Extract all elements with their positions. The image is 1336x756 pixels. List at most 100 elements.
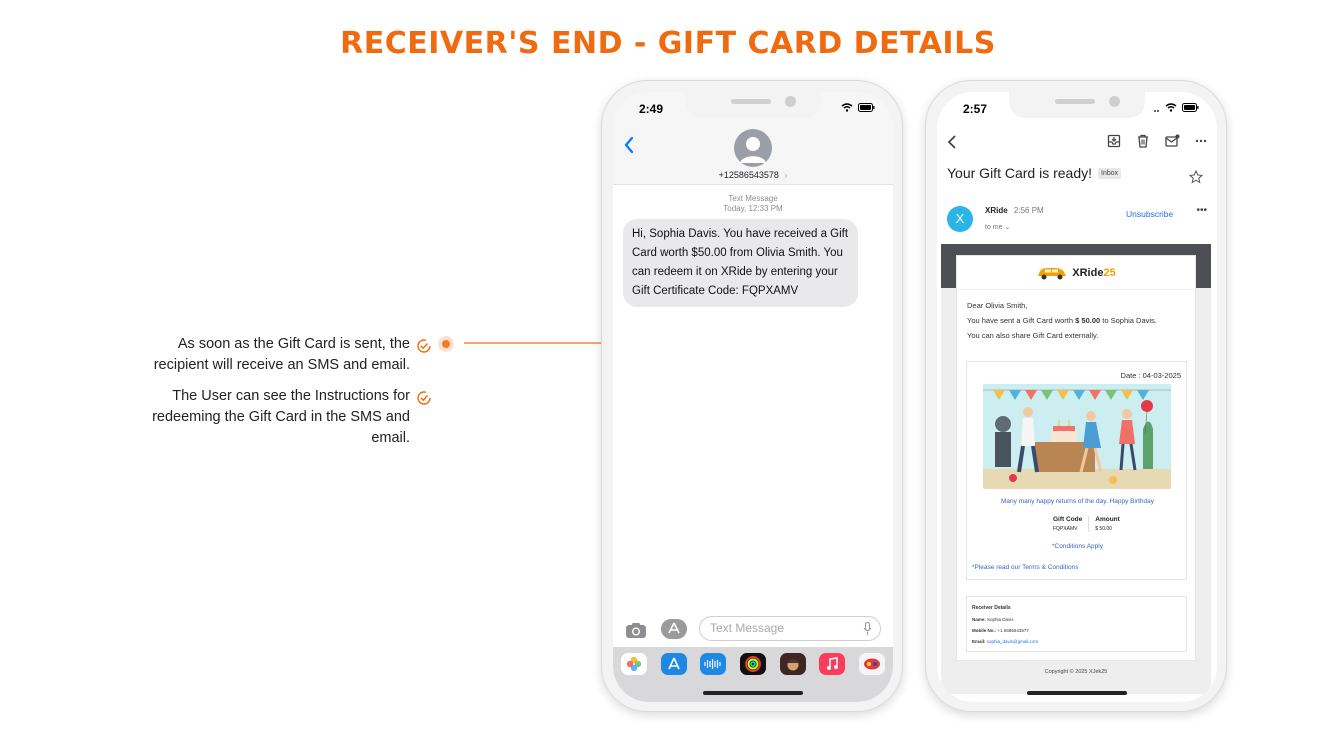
brand-name-text: XRide xyxy=(1072,266,1104,279)
amount-value: $ 50.00 xyxy=(1095,526,1112,532)
battery-icon xyxy=(1182,103,1199,112)
message-bubble[interactable]: Hi, Sophia Davis. You have received a Gi… xyxy=(623,219,858,307)
contact-number[interactable]: +12586543578 › xyxy=(613,170,893,180)
status-icons xyxy=(1154,103,1199,112)
message-meta-time: Today, 12:33 PM xyxy=(723,204,783,213)
gift-code-label: Gift Code xyxy=(1053,516,1083,523)
birthday-illustration xyxy=(983,384,1171,489)
message-composer: Text Message xyxy=(613,616,893,646)
check-circle-icon xyxy=(417,391,431,405)
email-body: XRide25 Dear Olivia Smith, You have sent… xyxy=(941,244,1211,694)
check-circle-icon xyxy=(417,339,431,353)
share-line: You can also share Gift Card externally. xyxy=(967,331,1099,340)
app-store-icon[interactable] xyxy=(660,653,687,675)
back-chevron-icon[interactable] xyxy=(623,136,635,154)
sender-more-icon[interactable]: ••• xyxy=(1196,205,1207,216)
receiver-email-row: Email: sophia_davis@gmail.com xyxy=(972,636,1181,647)
music-icon[interactable] xyxy=(819,653,846,675)
status-icons xyxy=(841,103,875,112)
email-phone: 2:57 Your Gift Card is ready! Inbox X XR… xyxy=(925,80,1227,712)
receiver-title: Receiver Details xyxy=(972,605,1011,611)
receiver-details: Receiver Details Name: Sophia Davis Mobi… xyxy=(966,596,1187,652)
app-store-button[interactable] xyxy=(661,619,687,639)
amount-label: Amount xyxy=(1095,516,1120,523)
email-screen: 2:57 Your Gift Card is ready! Inbox X XR… xyxy=(937,92,1217,702)
camera-icon[interactable] xyxy=(625,622,647,639)
brand-row: XRide25 xyxy=(957,256,1195,290)
sender-time: 2:56 PM xyxy=(1013,206,1044,215)
sender-avatar[interactable]: X xyxy=(947,206,973,232)
contact-avatar[interactable] xyxy=(734,129,772,167)
mark-unread-icon[interactable] xyxy=(1165,134,1180,148)
greeting-line: Dear Olivia Smith, xyxy=(967,301,1028,310)
fitness-icon[interactable] xyxy=(739,653,766,675)
connector-line xyxy=(464,342,604,344)
mail-actions xyxy=(1107,134,1207,148)
line1-amount: $ 50.00 xyxy=(1075,316,1101,325)
receiver-mobile-label: Mobile No.: xyxy=(972,628,997,633)
note-item: As soon as the Gift Card is sent, the re… xyxy=(120,334,432,376)
line1-suffix: to Sophia Davis. xyxy=(1102,316,1157,325)
feature-notes: As soon as the Gift Card is sent, the re… xyxy=(120,334,432,459)
message-input[interactable]: Text Message xyxy=(699,616,881,641)
message-meta: Text Message Today, 12:33 PM xyxy=(613,194,893,214)
amount-column: Amount $ 50.00 xyxy=(1088,516,1126,532)
brand-name: XRide25 xyxy=(1072,267,1115,279)
sms-phone: +12586543578 › 2:49 Text Message Today, … xyxy=(601,80,903,712)
photos-icon[interactable] xyxy=(621,653,647,675)
game-icon[interactable] xyxy=(858,653,885,675)
wifi-icon xyxy=(841,103,853,112)
receiver-email[interactable]: sophia_davis@gmail.com xyxy=(987,639,1038,644)
gift-code-value: FQPXAMV xyxy=(1053,526,1078,532)
gift-card-box: Date : 04-03-2025 Many many happy return… xyxy=(966,361,1187,580)
contact-number-text: +12586543578 xyxy=(718,170,779,180)
inbox-label[interactable]: Inbox xyxy=(1098,167,1122,179)
app-tray xyxy=(613,647,893,702)
recipient-toggle[interactable]: to me ⌄ xyxy=(985,223,1010,231)
gift-date: Date : 04-03-2025 xyxy=(1120,371,1181,380)
signal-icon xyxy=(1154,109,1159,112)
conditions-link[interactable]: *Conditions Apply xyxy=(967,543,1188,550)
app-store-icon xyxy=(668,622,680,634)
birthday-wish: Many many happy returns of the day. Happ… xyxy=(1000,498,1155,505)
star-icon[interactable] xyxy=(1189,170,1203,184)
mail-subject: Your Gift Card is ready! Inbox xyxy=(947,165,1122,181)
memoji-icon[interactable] xyxy=(779,653,806,675)
status-time: 2:57 xyxy=(963,102,988,116)
battery-icon xyxy=(858,103,875,112)
receiver-name-label: Name: xyxy=(972,617,986,622)
trash-icon[interactable] xyxy=(1136,134,1150,148)
message-input-placeholder: Text Message xyxy=(710,621,785,635)
back-arrow-icon[interactable] xyxy=(947,134,957,150)
archive-icon[interactable] xyxy=(1107,134,1121,148)
terms-link[interactable]: *Please read our Terms & Conditions xyxy=(972,564,1078,571)
mail-toolbar xyxy=(937,134,1217,154)
more-icon[interactable] xyxy=(1195,134,1207,148)
receiver-mobile: +1 6586543577 xyxy=(997,628,1029,633)
receiver-mobile-row: Mobile No.: +1 6586543577 xyxy=(972,625,1181,636)
audio-message-icon[interactable] xyxy=(700,653,727,675)
wifi-icon xyxy=(1165,103,1177,112)
gift-sent-line: You have sent a Gift Card worth $ 50.00 … xyxy=(967,313,1185,328)
brand-suffix: 25 xyxy=(1103,266,1116,279)
mail-subject-text: Your Gift Card is ready! xyxy=(947,165,1092,181)
microphone-icon[interactable] xyxy=(863,622,872,636)
person-icon xyxy=(740,137,766,163)
sender-name-text: XRide xyxy=(985,206,1008,215)
note-item: The User can see the Instructions for re… xyxy=(120,386,432,449)
receiver-email-label: Email: xyxy=(972,639,986,644)
line1-prefix: You have sent a Gift Card worth xyxy=(967,316,1074,325)
chevron-right-icon: › xyxy=(784,170,788,180)
unsubscribe-link[interactable]: Unsubscribe xyxy=(1126,209,1173,219)
chevron-down-icon: ⌄ xyxy=(1004,224,1011,231)
connector-dot xyxy=(438,336,454,352)
message-meta-label: Text Message xyxy=(728,194,778,203)
sms-screen: +12586543578 › 2:49 Text Message Today, … xyxy=(613,92,893,702)
page-title: RECEIVER'S END - GIFT CARD DETAILS xyxy=(340,26,996,61)
email-greeting: Dear Olivia Smith, You have sent a Gift … xyxy=(957,290,1195,343)
notch xyxy=(1009,92,1145,118)
home-indicator xyxy=(1027,691,1127,695)
to-me-text: to me xyxy=(985,224,1003,231)
receiver-name: Sophia Davis xyxy=(987,617,1014,622)
status-time: 2:49 xyxy=(639,102,664,116)
